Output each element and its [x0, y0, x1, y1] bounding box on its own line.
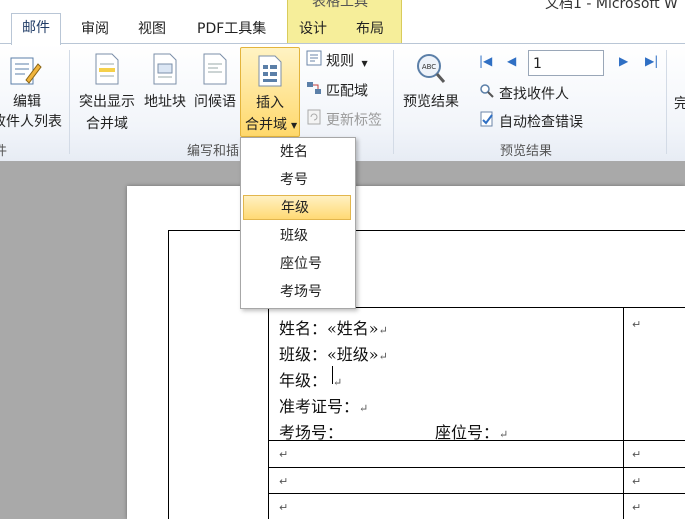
menu-item-room-number[interactable]: 考场号: [243, 280, 351, 305]
chevron-down-icon: ▼: [291, 121, 298, 130]
match-fields-icon: [306, 80, 322, 103]
finish-merge-label[interactable]: 完: [674, 94, 685, 114]
highlight-fields-label-2: 合并域: [86, 116, 128, 132]
cell-end-mark: ↵: [279, 475, 289, 488]
address-block-label: 地址块: [144, 94, 186, 110]
document-page[interactable]: [127, 186, 685, 519]
doc-line-exam-number: 准考证号：↵: [279, 397, 369, 416]
update-labels-icon: [306, 109, 322, 132]
auto-check-errors-label: 自动检查错误: [499, 114, 583, 131]
cell-end-mark: ↵: [632, 475, 642, 488]
ribbon-separator: [666, 50, 667, 154]
auto-check-errors-button[interactable]: 自动检查错误: [479, 111, 583, 133]
ribbon-separator: [393, 50, 394, 154]
cell-end-mark: ↵: [632, 448, 642, 461]
greeting-line-label: 问候语: [194, 94, 236, 110]
doc-line-seat-number: 座位号：↵: [435, 423, 509, 442]
table-border: [623, 307, 624, 519]
next-record-icon[interactable]: ▶: [619, 54, 628, 68]
rules-icon: [306, 50, 322, 73]
tab-mailings[interactable]: 邮件: [11, 13, 61, 45]
match-fields-label: 匹配域: [326, 83, 368, 100]
table-border: [268, 467, 685, 468]
rules-label: 规则: [326, 53, 354, 70]
insert-merge-field-label-2: 合并域: [245, 117, 287, 133]
edit-recipients-label-2: 收件人列表: [0, 114, 62, 130]
table-border: [168, 230, 169, 519]
rules-button[interactable]: 规则 ▼: [306, 50, 368, 72]
tab-pdf-tools[interactable]: PDF工具集: [197, 18, 266, 44]
cell-end-mark: ↵: [632, 318, 642, 331]
record-number-input[interactable]: 1: [528, 50, 604, 76]
highlight-fields-label-1: 突出显示: [79, 94, 135, 110]
find-recipient-label: 查找收件人: [499, 86, 569, 103]
address-block-icon[interactable]: [152, 52, 178, 90]
cell-end-mark: ↵: [279, 501, 289, 514]
ribbon-separator: [69, 50, 70, 154]
update-labels-button[interactable]: 更新标签: [306, 109, 382, 131]
insert-merge-field-icon: [257, 54, 283, 92]
menu-item-grade[interactable]: 年级: [243, 195, 351, 220]
svg-text:ABC: ABC: [422, 63, 436, 71]
previous-record-icon[interactable]: ◀: [507, 54, 516, 68]
tab-layout[interactable]: 布局: [356, 18, 384, 44]
greeting-line-icon[interactable]: [202, 52, 228, 90]
match-fields-button[interactable]: 匹配域: [306, 80, 368, 102]
cell-end-mark: ↵: [632, 501, 642, 514]
tab-review[interactable]: 审阅: [81, 18, 109, 44]
tab-design[interactable]: 设计: [299, 18, 327, 44]
preview-results-label: 预览结果: [403, 94, 459, 110]
highlight-fields-icon[interactable]: [94, 52, 120, 90]
doc-line-class: 班级：«班级»↵: [279, 345, 388, 364]
menu-item-name[interactable]: 姓名: [243, 140, 351, 165]
insert-merge-field-button[interactable]: 插入 合并域 ▼: [240, 47, 300, 137]
window-title: 文档1 - Microsoft W: [545, 0, 678, 12]
first-record-icon[interactable]: |◀: [479, 54, 492, 68]
menu-item-seat-number[interactable]: 座位号: [243, 252, 351, 277]
doc-line-name: 姓名：«姓名»↵: [279, 319, 388, 338]
auto-check-errors-icon: [479, 111, 495, 134]
menu-item-exam-id[interactable]: 考号: [243, 168, 351, 193]
group-label-start-mail-merge: 件: [0, 144, 8, 159]
table-border: [268, 493, 685, 494]
edit-recipients-label-1: 编辑: [13, 94, 41, 110]
cell-end-mark: ↵: [279, 448, 289, 461]
preview-results-icon[interactable]: ABC: [413, 52, 447, 90]
update-labels-label: 更新标签: [326, 112, 382, 129]
tab-view[interactable]: 视图: [138, 18, 166, 44]
chevron-down-icon: ▼: [361, 58, 368, 68]
find-recipient-button[interactable]: 查找收件人: [479, 83, 569, 105]
contextual-tab-group-label: 表格工具: [312, 0, 368, 10]
table-border: [268, 307, 269, 519]
group-label-write-insert-fields: 编写和插: [187, 144, 240, 159]
merge-field-menu: 姓名 考号 年级 班级 座位号 考场号: [240, 137, 356, 309]
find-recipient-icon: [479, 83, 495, 106]
doc-line-room-number: 考场号：: [279, 423, 344, 442]
group-label-preview-results: 预览结果: [500, 144, 553, 159]
text-caret: [332, 366, 333, 384]
insert-merge-field-label-1: 插入: [256, 95, 284, 111]
edit-recipients-icon[interactable]: [8, 54, 42, 92]
last-record-icon[interactable]: ▶|: [645, 54, 658, 68]
menu-item-class[interactable]: 班级: [243, 224, 351, 249]
